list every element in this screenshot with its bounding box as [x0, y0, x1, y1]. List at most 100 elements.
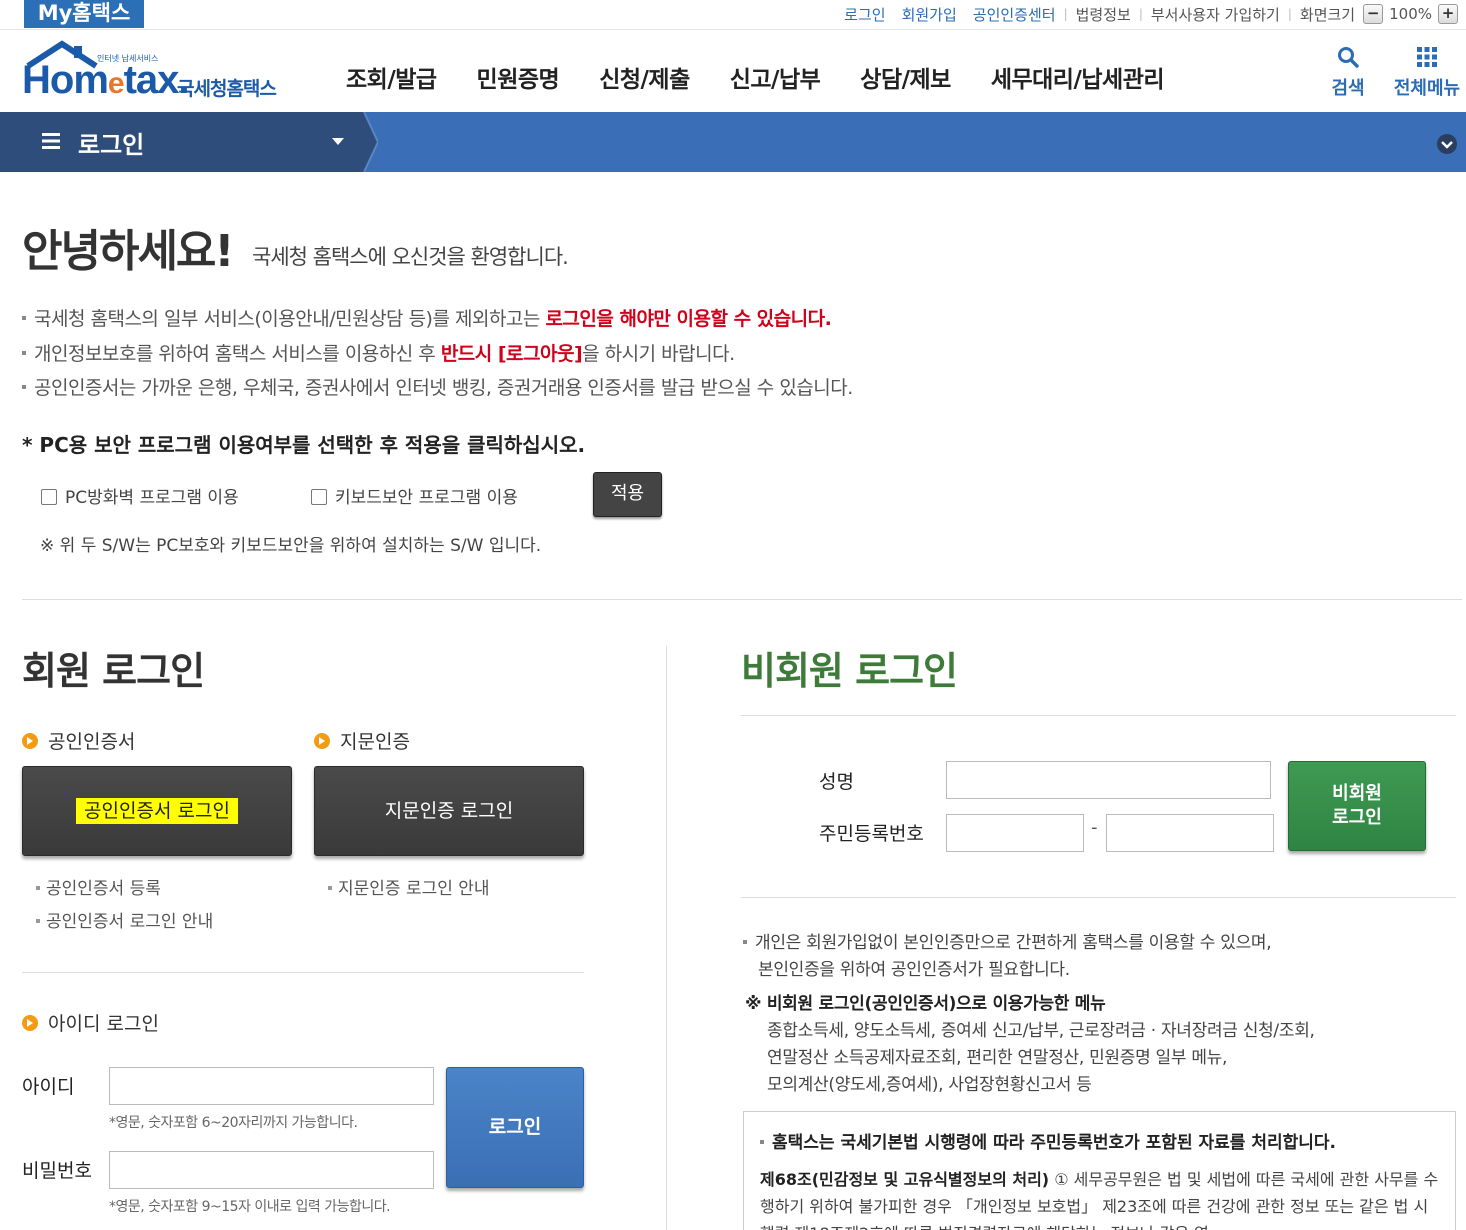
rrn-label: 주민등록번호: [819, 823, 924, 845]
nav-consult-report[interactable]: 상담/제보: [860, 60, 951, 94]
notice-emphasis: 로그인을 해야만 이용할 수 있습니다.: [545, 308, 832, 330]
divider: [22, 599, 1462, 600]
nav-certificates[interactable]: 민원증명: [477, 60, 560, 94]
fingerprint-guide-link[interactable]: 지문인증 로그인 안내: [328, 874, 490, 899]
expand-circle-icon[interactable]: [1436, 133, 1458, 155]
hamburger-icon[interactable]: [42, 132, 60, 150]
chevron-down-icon[interactable]: [332, 138, 344, 145]
arrow-circle-icon: [22, 1015, 38, 1031]
privacy-law-heading: 홈택스는 국세기본법 시행령에 따라 주민등록번호가 포함된 자료를 처리합니다…: [760, 1128, 1336, 1153]
cert-login-guide-link[interactable]: 공인인증서 로그인 안내: [36, 907, 213, 932]
zoom-in-button[interactable]: +: [1438, 4, 1458, 24]
site-header: 인터넷 납세서비스 Hometax. 국세청홈택스 조회/발급 민원증명 신청/…: [0, 30, 1466, 112]
my-hometax-button[interactable]: My홈택스: [24, 0, 144, 28]
keyboard-security-option[interactable]: 키보드보안 프로그램 이용: [311, 483, 518, 508]
top-utility-bar: My홈택스 로그인 회원가입 공인인증센터 | 법령정보 | 부서사용자 가입하…: [0, 0, 1466, 30]
id-login-heading-label: 아이디 로그인: [48, 1013, 159, 1035]
privacy-law-body: 제68조(민감정보 및 고유식별정보의 처리) ① 세무공무원은 법 및 세법에…: [760, 1166, 1440, 1230]
bullet: [760, 1139, 764, 1144]
nav-application[interactable]: 신청/제출: [599, 60, 690, 94]
fingerprint-login-button[interactable]: 지문인증 로그인: [314, 766, 584, 856]
nonmember-info: 개인은 회원가입없이 본인인증만으로 간편하게 홈택스를 이용할 수 있으며,: [743, 928, 1272, 953]
logo-wordmark: Hometax.: [22, 58, 190, 103]
grid-menu-icon: [1417, 47, 1437, 67]
cert-login-guide-label: 공인인증서 로그인 안내: [46, 912, 214, 932]
search-icon: [1338, 47, 1359, 68]
all-menu-button[interactable]: 전체메뉴: [1388, 46, 1466, 100]
notice-text: 공인인증서는 가까운 은행, 우체국, 증권사에서 인터넷 뱅킹, 증권거래용 …: [34, 377, 853, 399]
member-login-title: 회원 로그인: [22, 649, 205, 693]
bullet: [22, 385, 26, 389]
nav-filing-payment[interactable]: 신고/납부: [730, 60, 821, 94]
signup-link[interactable]: 회원가입: [902, 4, 957, 25]
law-article-title: 제68조(민감정보 및 고유식별정보의 처리): [760, 1170, 1050, 1189]
rrn-back-input[interactable]: [1106, 814, 1274, 852]
nonmember-button-line2: 로그인: [1332, 807, 1382, 828]
login-link[interactable]: 로그인: [844, 4, 885, 25]
id-login-button[interactable]: 로그인: [446, 1067, 584, 1188]
nonmember-menu-line: 모의계산(양도세,증여세), 사업장현황신고서 등: [767, 1075, 1092, 1095]
nonmember-menu-line: 종합소득세, 양도소득세, 증여세 신고/납부, 근로장려금 · 자녀장려금 신…: [767, 1021, 1315, 1041]
cert-heading-label: 공인인증서: [48, 731, 136, 753]
firewall-checkbox[interactable]: [41, 488, 57, 505]
rrn-front-input[interactable]: [946, 814, 1084, 852]
dept-user-signup-link[interactable]: 부서사용자 가입하기: [1151, 4, 1280, 25]
zoom-level: 100%: [1389, 5, 1432, 23]
logo-wordmark-e: e: [107, 67, 125, 100]
nav-inquiry[interactable]: 조회/발급: [346, 60, 437, 94]
screen-size-label: 화면크기: [1299, 5, 1356, 24]
greeting-title: 안녕하세요!: [22, 226, 234, 277]
logo-korean: 국세청홈택스: [177, 78, 277, 100]
id-input[interactable]: [109, 1067, 434, 1105]
notice-text: 을 하시기 바랍니다.: [582, 343, 735, 365]
bullet: [328, 885, 332, 890]
nonmember-login-button[interactable]: 비회원 로그인: [1288, 761, 1426, 851]
divider: [741, 897, 1456, 898]
nonmember-info-text: 개인은 회원가입없이 본인인증만으로 간편하게 홈택스를 이용할 수 있으며,: [755, 933, 1272, 953]
password-hint: *영문, 숫자포함 9~15자 이내로 입력 가능합니다.: [109, 1199, 391, 1215]
name-input[interactable]: [946, 761, 1271, 799]
cert-login-button[interactable]: 공인인증서 로그인: [22, 766, 292, 856]
arrow-circle-icon: [22, 733, 38, 749]
zoom-out-button[interactable]: −: [1363, 4, 1384, 24]
security-program-title: * PC용 보안 프로그램 이용여부를 선택한 후 적용을 클릭하십시오.: [22, 433, 586, 457]
software-note: ※ 위 두 S/W는 PC보호와 키보드보안을 위하여 설치하는 S/W 입니다…: [40, 536, 542, 556]
keyboard-security-checkbox[interactable]: [311, 488, 327, 505]
fingerprint-heading-label: 지문인증: [340, 731, 410, 753]
search-label: 검색: [1331, 78, 1365, 99]
notice-text: 국세청 홈택스의 일부 서비스(이용안내/민원상담 등)를 제외하고는: [34, 308, 546, 330]
fingerprint-guide-label: 지문인증 로그인 안내: [338, 879, 490, 899]
search-button[interactable]: 검색: [1326, 46, 1370, 100]
separator: |: [1138, 7, 1143, 21]
firewall-label: PC방화벽 프로그램 이용: [65, 488, 239, 508]
utility-links: 로그인 회원가입 공인인증센터 | 법령정보 | 부서사용자 가입하기 | 화면…: [836, 0, 1458, 28]
cert-center-link[interactable]: 공인인증센터: [973, 4, 1056, 25]
separator: |: [1063, 7, 1068, 21]
divider: [22, 972, 584, 973]
separator: |: [1287, 7, 1292, 21]
law-info-link[interactable]: 법령정보: [1076, 4, 1131, 25]
rrn-dash: -: [1091, 817, 1098, 838]
nonmember-menu-heading: ※ 비회원 로그인(공인인증서)으로 이용가능한 메뉴: [745, 994, 1106, 1014]
location-bar: 로그인: [0, 112, 1466, 172]
cert-heading: 공인인증서: [22, 727, 135, 754]
password-input[interactable]: [109, 1151, 434, 1189]
fingerprint-heading: 지문인증: [314, 727, 410, 754]
bullet: [743, 939, 747, 944]
apply-button[interactable]: 적용: [593, 472, 662, 517]
notice-certificate: 공인인증서는 가까운 은행, 우체국, 증권사에서 인터넷 뱅킹, 증권거래용 …: [22, 373, 853, 400]
cert-register-link[interactable]: 공인인증서 등록: [36, 874, 161, 899]
location-title[interactable]: 로그인: [78, 125, 144, 160]
nav-tax-agent[interactable]: 세무대리/납세관리: [991, 60, 1165, 94]
hometax-logo[interactable]: 인터넷 납세서비스 Hometax. 국세청홈택스: [22, 40, 292, 102]
bullet: [36, 885, 40, 890]
firewall-option[interactable]: PC방화벽 프로그램 이용: [41, 483, 239, 508]
nonmember-button-line1: 비회원: [1332, 783, 1382, 804]
arrow-circle-icon: [314, 733, 330, 749]
notice-text: 개인정보보호를 위하여 홈택스 서비스를 이용하신 후: [34, 343, 441, 365]
main-navigation: 조회/발급 민원증명 신청/제출 신고/납부 상담/제보 세무대리/납세관리: [346, 60, 1204, 94]
keyboard-security-label: 키보드보안 프로그램 이용: [335, 488, 518, 508]
password-label: 비밀번호: [22, 1160, 92, 1182]
nonmember-login-title: 비회원 로그인: [741, 649, 958, 693]
bullet: [22, 316, 26, 320]
